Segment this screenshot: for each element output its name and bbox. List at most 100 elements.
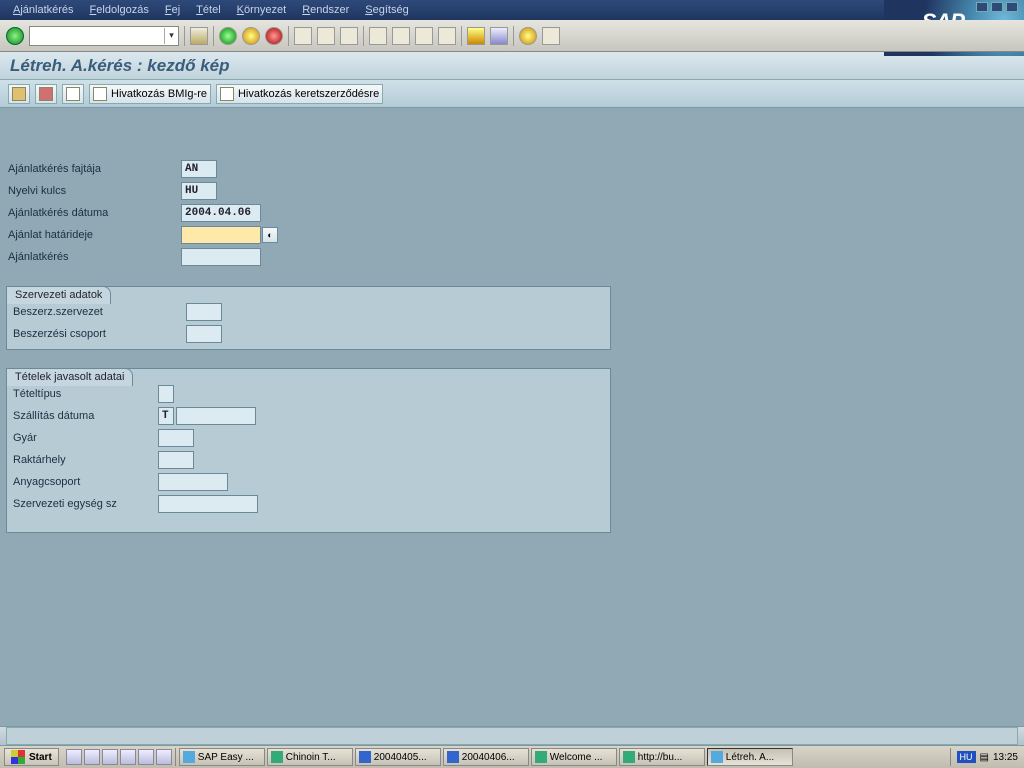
minimize-icon[interactable] (976, 2, 988, 12)
find-icon[interactable] (317, 27, 335, 45)
standard-toolbar: ▾ (0, 20, 1024, 52)
task-sap-easy[interactable]: SAP Easy ... (179, 748, 265, 766)
status-message (6, 727, 1018, 745)
orgunit-input[interactable] (158, 495, 258, 513)
print-app-button[interactable] (35, 84, 57, 104)
purch-grp-input[interactable] (186, 325, 222, 343)
f4-help-icon[interactable]: ◐ (262, 227, 278, 243)
item-type-label: Tételtípus (11, 388, 158, 400)
system-tray: HU ▤ 13:25 (950, 748, 1024, 766)
ql-desktop-icon[interactable] (138, 749, 154, 765)
ie-icon (271, 751, 283, 763)
last-page-icon[interactable] (438, 27, 456, 45)
back-button[interactable] (219, 27, 237, 45)
content-area: Ajánlatkérés fajtája Nyelvi kulcs Ajánla… (0, 108, 1024, 708)
menu-fej[interactable]: Fej (158, 2, 187, 18)
person-button[interactable] (8, 84, 30, 104)
plant-input[interactable] (158, 429, 194, 447)
create-session-icon[interactable] (467, 27, 485, 45)
windows-flag-icon (11, 750, 25, 764)
org-data-tab: Szervezeti adatok (6, 286, 111, 304)
ref-keret-label: Hivatkozás keretszerződésre (238, 88, 379, 100)
maximize-icon[interactable] (991, 2, 1003, 12)
task-buttons: SAP Easy ... Chinoin T... 20040405... 20… (176, 748, 950, 766)
cancel-button[interactable] (265, 27, 283, 45)
menu-kornyezet[interactable]: Környezet (230, 2, 294, 18)
status-bar (0, 726, 1024, 746)
ie-icon (623, 751, 635, 763)
layout-icon[interactable] (542, 27, 560, 45)
rfq-type-input[interactable] (181, 160, 217, 178)
menu-feldolgozas[interactable]: Feldolgozás (83, 2, 156, 18)
storage-label: Raktárhely (11, 454, 158, 466)
menu-tetel[interactable]: Tétel (189, 2, 227, 18)
ref-keret-button[interactable]: Hivatkozás keretszerződésre (216, 84, 383, 104)
page-title: Létreh. A.kérés : kezdő kép (0, 52, 1024, 80)
help-icon[interactable] (519, 27, 537, 45)
tray-icon[interactable]: ▤ (980, 752, 989, 763)
sap-icon (183, 751, 195, 763)
org-data-group: Szervezeti adatok Beszerz.szervezet Besz… (6, 286, 611, 350)
task-welcome[interactable]: Welcome ... (531, 748, 617, 766)
enter-button[interactable] (6, 27, 24, 45)
menu-segitseg[interactable]: Segítség (358, 2, 415, 18)
ql-app-icon[interactable] (156, 749, 172, 765)
lang-indicator[interactable]: HU (957, 751, 976, 763)
rfq-date-label: Ajánlatkérés dátuma (6, 207, 181, 219)
deadline-input[interactable] (181, 226, 261, 244)
close-icon[interactable] (1006, 2, 1018, 12)
task-chinoin[interactable]: Chinoin T... (267, 748, 353, 766)
prev-page-icon[interactable] (392, 27, 410, 45)
orgunit-label: Szervezeti egység sz (11, 498, 158, 510)
purch-grp-label: Beszerzési csoport (11, 328, 186, 340)
purch-org-input[interactable] (186, 303, 222, 321)
windows-taskbar: Start SAP Easy ... Chinoin T... 20040405… (0, 746, 1024, 768)
item-type-input[interactable] (158, 385, 174, 403)
next-page-icon[interactable] (415, 27, 433, 45)
sap-icon (711, 751, 723, 763)
ref-bmig-button[interactable]: Hivatkozás BMIg-re (89, 84, 211, 104)
deliv-date-input[interactable] (176, 407, 256, 425)
ref-bmig-label: Hivatkozás BMIg-re (111, 88, 207, 100)
lang-input[interactable] (181, 182, 217, 200)
task-letreh-active[interactable]: Létreh. A... (707, 748, 793, 766)
rfq-input[interactable] (181, 248, 261, 266)
document-icon (93, 87, 107, 101)
find-next-icon[interactable] (340, 27, 358, 45)
item-defaults-group: Tételek javasolt adatai Tételtípus Száll… (6, 368, 611, 533)
menu-rendszer[interactable]: Rendszer (295, 2, 356, 18)
quick-launch (63, 748, 176, 766)
task-http-bu[interactable]: http://bu... (619, 748, 705, 766)
task-20040406[interactable]: 20040406... (443, 748, 529, 766)
deliv-date-t-input[interactable] (158, 407, 174, 425)
ql-word-icon[interactable] (66, 749, 82, 765)
storage-input[interactable] (158, 451, 194, 469)
shortcut-icon[interactable] (490, 27, 508, 45)
ql-outlook-icon[interactable] (102, 749, 118, 765)
rfq-date-input[interactable] (181, 204, 261, 222)
word-icon (359, 751, 371, 763)
first-page-icon[interactable] (369, 27, 387, 45)
command-dropdown-icon[interactable]: ▾ (164, 28, 178, 44)
rfq-label: Ajánlatkérés (6, 251, 181, 263)
matgrp-input[interactable] (158, 473, 228, 491)
deadline-label: Ajánlat határideje (6, 229, 181, 241)
clock: 13:25 (993, 752, 1018, 763)
window-controls (976, 2, 1018, 12)
purch-org-label: Beszerz.szervezet (11, 306, 186, 318)
copy-icon (66, 87, 80, 101)
command-field[interactable]: ▾ (29, 26, 179, 46)
start-button[interactable]: Start (4, 748, 59, 766)
ie-icon (535, 751, 547, 763)
save-icon[interactable] (190, 27, 208, 45)
menu-ajanlatkeres[interactable]: Ajánlatkérés (6, 2, 81, 18)
ql-excel-icon[interactable] (84, 749, 100, 765)
matgrp-label: Anyagcsoport (11, 476, 158, 488)
copy-button[interactable] (62, 84, 84, 104)
exit-button[interactable] (242, 27, 260, 45)
lang-label: Nyelvi kulcs (6, 185, 181, 197)
application-toolbar: Hivatkozás BMIg-re Hivatkozás keretszerz… (0, 80, 1024, 108)
ql-ie-icon[interactable] (120, 749, 136, 765)
task-20040405[interactable]: 20040405... (355, 748, 441, 766)
print-icon[interactable] (294, 27, 312, 45)
